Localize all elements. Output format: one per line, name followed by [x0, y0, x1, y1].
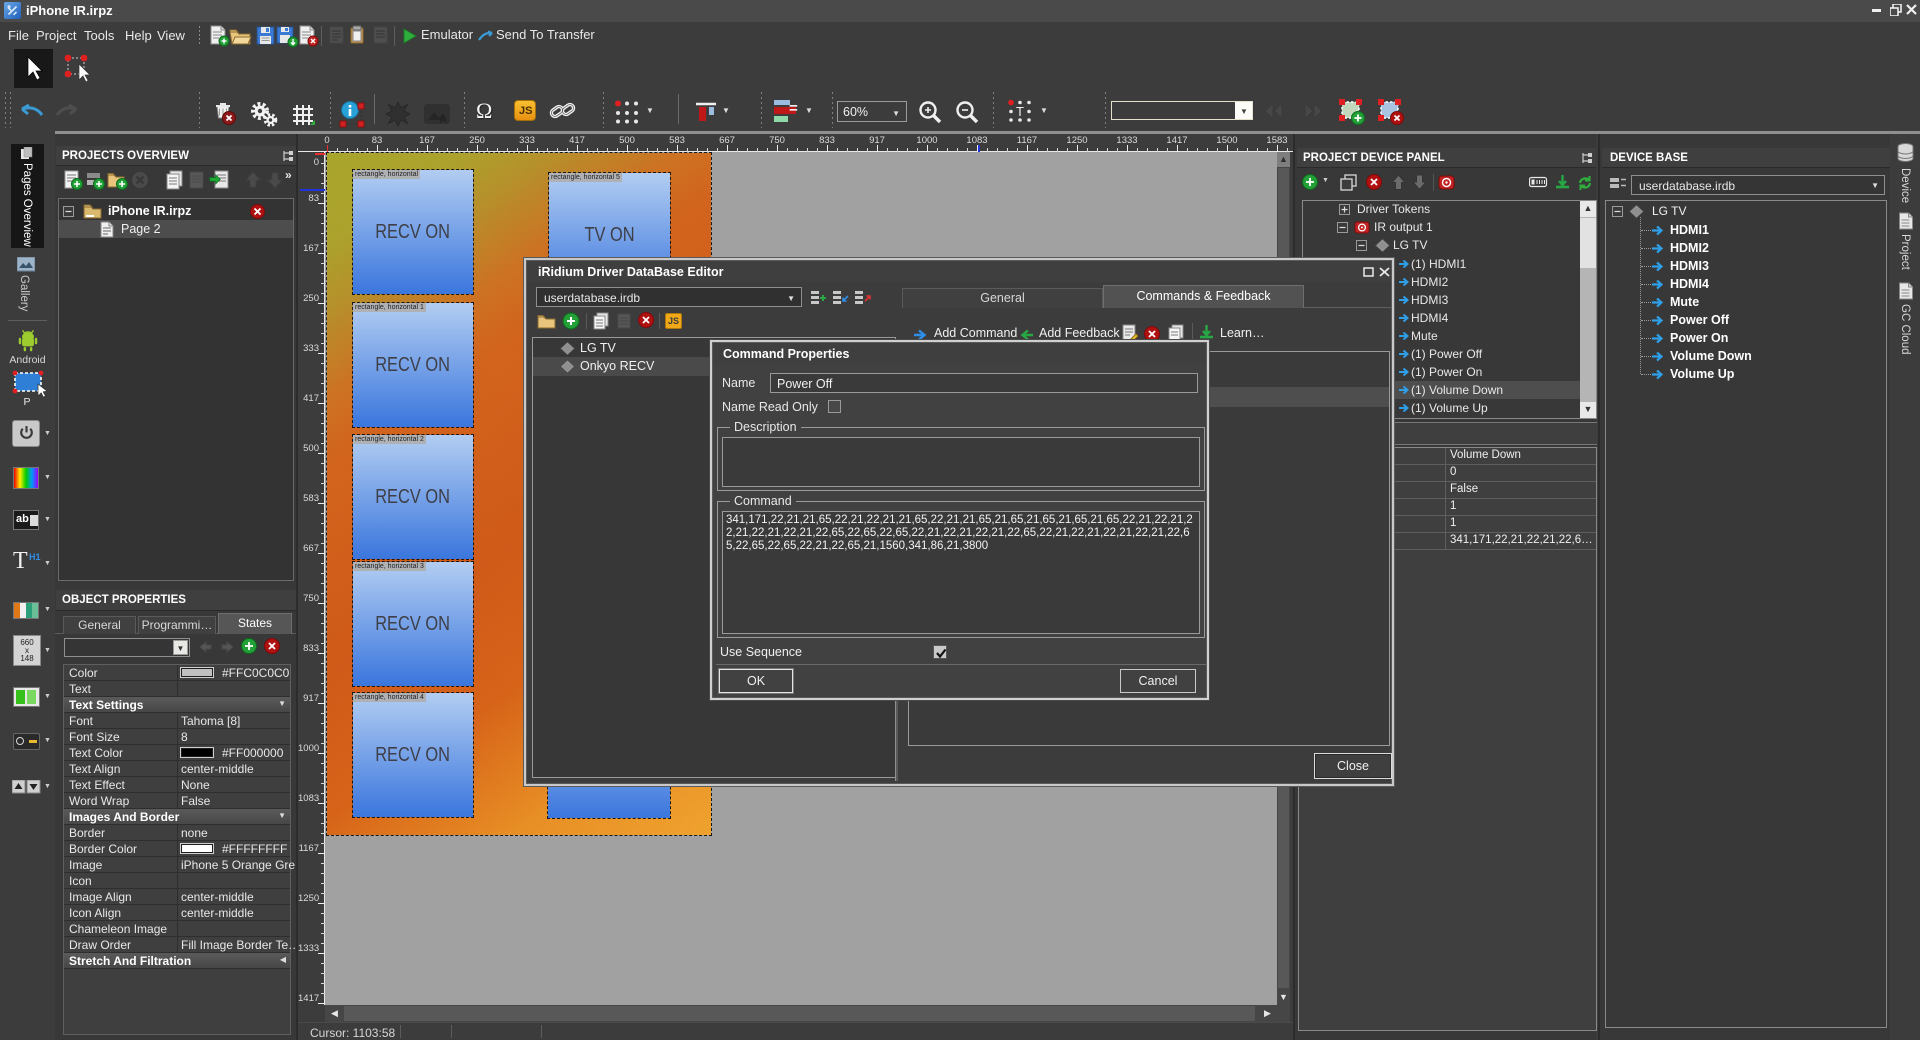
- svg-text:T: T: [1016, 104, 1024, 119]
- svg-text:A: A: [439, 114, 447, 126]
